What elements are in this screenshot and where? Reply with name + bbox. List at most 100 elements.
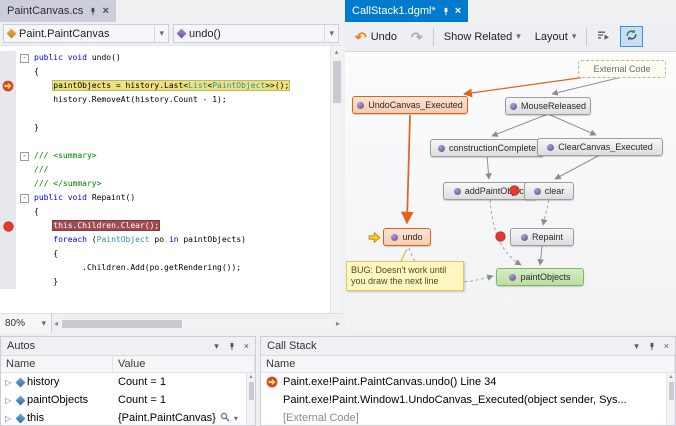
scrollbar-thumb[interactable] (669, 382, 674, 400)
breakpoint-margin[interactable] (0, 51, 16, 65)
expand-icon[interactable]: ▷ (5, 396, 14, 405)
code-editor[interactable]: -public void undo(){ paintObjects = hist… (0, 46, 342, 313)
breakpoint-margin[interactable] (0, 275, 16, 289)
graph-node-constructioncomplete[interactable]: constructionComplete (430, 139, 544, 157)
code-line-text: foreach (PaintObject po in paintObjects) (34, 233, 246, 247)
bug-annotation-note[interactable]: BUG: Doesn't work until you draw the nex… (346, 261, 464, 291)
breakpoint-margin[interactable] (0, 93, 16, 107)
graph-node-external-code[interactable]: External Code (578, 60, 666, 78)
breakpoint-margin[interactable] (0, 261, 16, 275)
node-label: undo (402, 232, 422, 242)
breakpoint-margin[interactable] (0, 149, 16, 163)
scroll-up-icon[interactable]: ▴ (669, 373, 672, 380)
column-header-name[interactable]: Name (1, 356, 113, 372)
method-icon (521, 234, 528, 241)
scrollbar-thumb[interactable] (62, 320, 182, 328)
callstack-row[interactable]: Paint.exe!Paint.Window1.UndoCanvas_Execu… (261, 391, 675, 409)
expand-icon[interactable]: ▷ (5, 378, 14, 387)
window-position-icon[interactable]: ▾ (214, 341, 219, 352)
breakpoint-margin[interactable] (0, 121, 16, 135)
graph-node-undocanvas-executed[interactable]: UndoCanvas_Executed (352, 96, 468, 114)
current-statement-marker[interactable] (0, 79, 16, 93)
fold-margin[interactable]: - (16, 51, 34, 65)
pin-icon[interactable] (441, 7, 450, 16)
autos-scrollbar[interactable]: ▴ (246, 373, 255, 425)
redo-button[interactable]: ↷ (407, 29, 427, 45)
callstack-scrollbar[interactable]: ▴ (666, 373, 675, 425)
scrollbar-thumb[interactable] (249, 382, 254, 400)
auto-update-toggle[interactable] (620, 26, 643, 47)
zoom-control[interactable]: 80% ▾ (0, 314, 52, 333)
undo-button[interactable]: ↶ Undo (351, 29, 401, 45)
fold-margin[interactable]: - (16, 149, 34, 163)
pin-icon[interactable] (647, 342, 656, 351)
graph-edge (543, 200, 549, 225)
close-icon[interactable]: × (455, 6, 461, 16)
breakpoint-margin[interactable] (0, 205, 16, 219)
code-line-text: this.Children.Clear(); (34, 219, 159, 233)
scroll-right-icon[interactable]: ▸ (336, 319, 340, 328)
graph-node-paintobjects[interactable]: paintObjects (496, 268, 584, 286)
breakpoint-margin[interactable] (0, 163, 16, 177)
scrollbar-thumb[interactable] (333, 61, 341, 103)
chevron-down-icon[interactable]: ▾ (234, 414, 243, 423)
fold-margin[interactable]: - (16, 191, 34, 205)
magnifier-icon[interactable] (220, 412, 230, 425)
breakpoint-marker[interactable] (0, 219, 16, 233)
filters-button[interactable] (593, 28, 614, 46)
fold-toggle-icon[interactable]: - (20, 54, 29, 63)
graph-edge (548, 114, 596, 135)
undo-label: Undo (371, 31, 397, 43)
close-icon[interactable]: × (244, 341, 249, 351)
tab-paintcanvas[interactable]: PaintCanvas.cs × (0, 0, 116, 22)
members-dropdown[interactable]: undo() ▾ (173, 24, 339, 43)
graph-node-mousereleased[interactable]: MouseReleased (505, 97, 591, 115)
graph-canvas[interactable]: External Code UndoCanvas_Executed MouseRel… (345, 52, 676, 333)
autos-header[interactable]: Autos ▾ × (1, 337, 255, 356)
node-label: Repaint (532, 232, 563, 242)
scrollbar-track[interactable] (60, 319, 334, 329)
pin-icon[interactable] (88, 7, 97, 16)
callstack-row[interactable]: Paint.exe!Paint.PaintCanvas.undo() Line … (261, 373, 675, 391)
types-dropdown[interactable]: Paint.PaintCanvas ▾ (3, 24, 169, 43)
pin-icon[interactable] (227, 342, 236, 351)
graph-node-addpaintobject[interactable]: addPaintObject (443, 182, 537, 200)
callstack-panel: Call Stack ▾ × Name Paint.exe!Paint.Pain… (260, 336, 676, 426)
breakpoint-margin[interactable] (0, 135, 16, 149)
callstack-row[interactable]: [External Code] (261, 409, 675, 425)
close-icon[interactable]: × (102, 6, 108, 16)
window-position-icon[interactable]: ▾ (634, 341, 639, 352)
graph-node-repaint[interactable]: Repaint (510, 228, 574, 246)
breakpoint-margin[interactable] (0, 65, 16, 79)
breakpoint-margin[interactable] (0, 177, 16, 191)
fold-toggle-icon[interactable]: - (20, 194, 29, 203)
chevron-down-icon: ▾ (41, 314, 46, 333)
tab-callstack-dgml[interactable]: CallStack1.dgml* × (345, 0, 468, 22)
scroll-up-icon[interactable]: ▴ (335, 46, 339, 58)
graph-node-undo[interactable]: undo (383, 228, 431, 246)
column-header-value[interactable]: Value (113, 356, 255, 372)
scroll-left-icon[interactable]: ◂ (54, 319, 58, 328)
close-icon[interactable]: × (664, 341, 669, 351)
autos-row[interactable]: ▷historyCount = 1 (1, 373, 255, 391)
code-map-pane: CallStack1.dgml* × ↶ Undo ↷ Show Related… (345, 0, 676, 333)
breakpoint-margin[interactable] (0, 233, 16, 247)
graph-node-clearcanvas-executed[interactable]: ClearCanvas_Executed (537, 138, 663, 156)
breakpoint-margin[interactable] (0, 247, 16, 261)
callstack-header[interactable]: Call Stack ▾ × (261, 337, 675, 356)
fold-toggle-icon[interactable]: - (20, 152, 29, 161)
code-line: { (0, 247, 330, 261)
node-label: External Code (593, 64, 650, 74)
autos-row[interactable]: ▷paintObjectsCount = 1 (1, 391, 255, 409)
editor-horizontal-scrollbar[interactable]: ◂ ▸ (52, 314, 342, 333)
show-related-dropdown[interactable]: Show Related ▾ (440, 29, 525, 45)
graph-node-clear[interactable]: clear (524, 182, 574, 200)
breakpoint-margin[interactable] (0, 107, 16, 121)
expand-icon[interactable]: ▷ (5, 414, 14, 423)
layout-dropdown[interactable]: Layout ▾ (531, 29, 581, 45)
editor-vertical-scrollbar[interactable]: ▴ (330, 46, 342, 313)
scroll-up-icon[interactable]: ▴ (249, 373, 252, 380)
column-header-name[interactable]: Name (261, 356, 675, 372)
autos-row[interactable]: ▷this{Paint.PaintCanvas}▾ (1, 409, 255, 425)
breakpoint-margin[interactable] (0, 191, 16, 205)
